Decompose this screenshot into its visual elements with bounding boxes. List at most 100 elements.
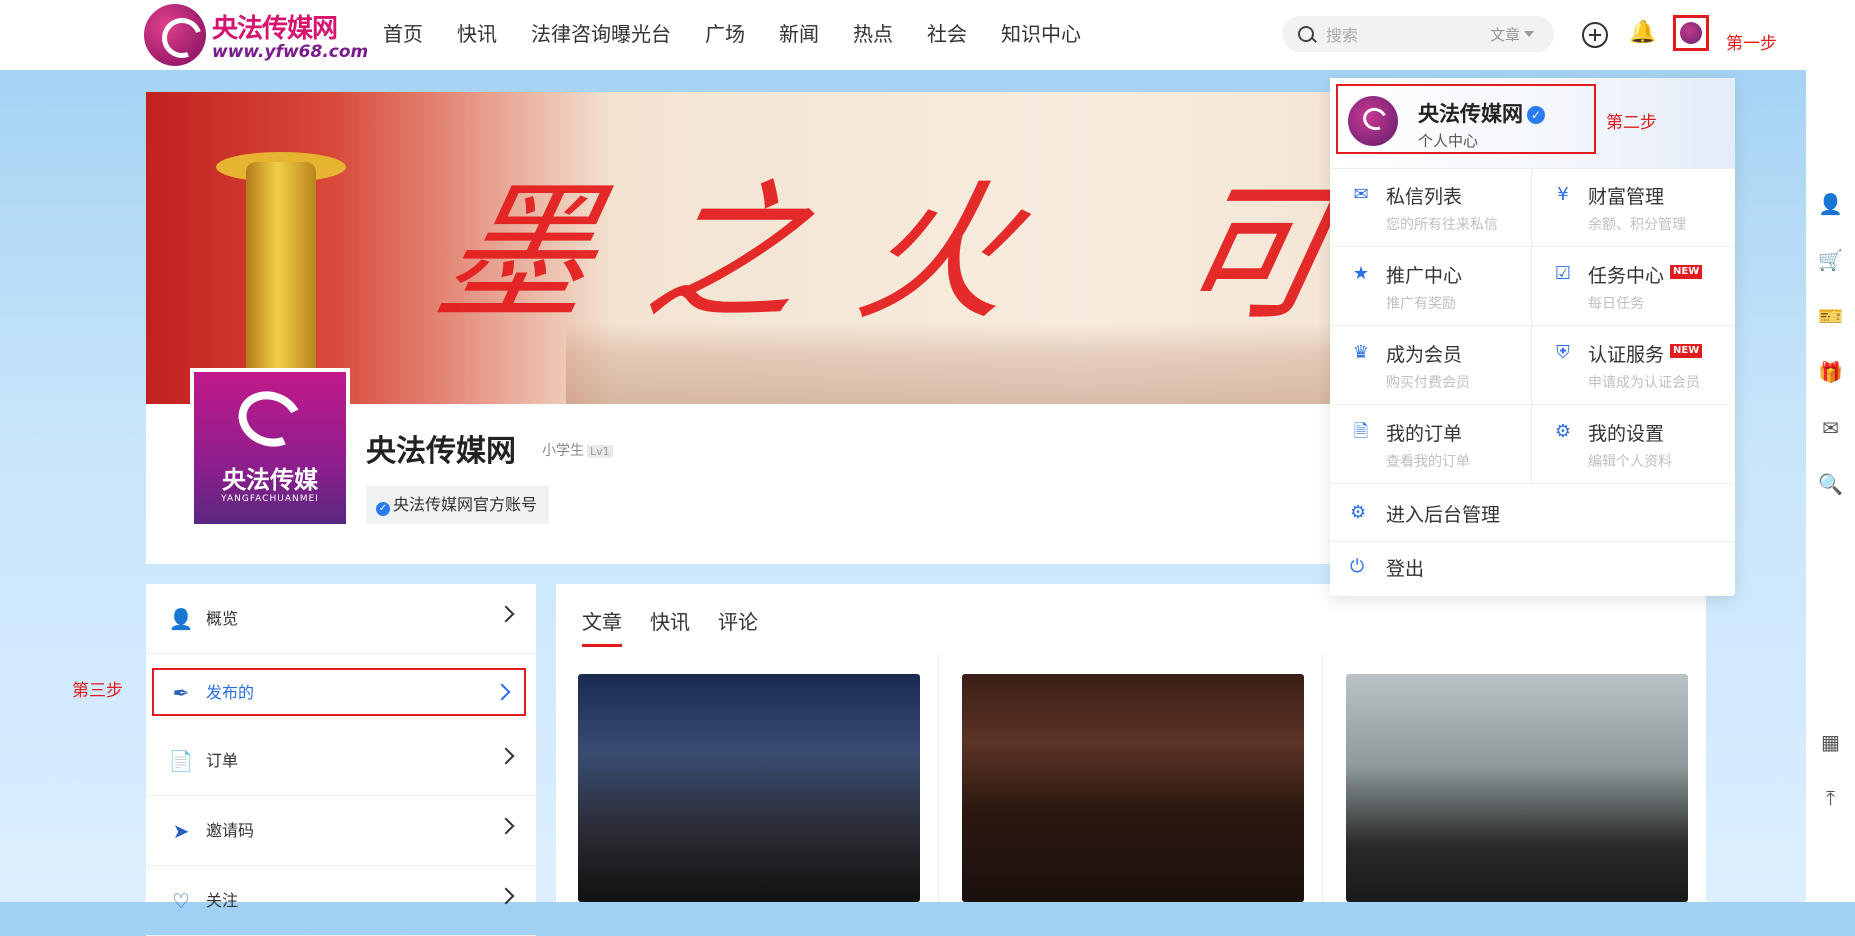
gear-icon: ⚙ <box>1350 502 1367 523</box>
nav-legal-exposure[interactable]: 法律咨询曝光台 <box>531 18 671 50</box>
level-badge: Lv1 <box>587 445 613 458</box>
nav-home[interactable]: 首页 <box>383 18 423 50</box>
dropdown-header: 央法传媒网 ✓ 个人中心 第二步 <box>1330 78 1735 169</box>
dd-item-wealth[interactable]: ¥ 财富管理 余额、积分管理 <box>1532 168 1734 247</box>
feather-icon: ✒ <box>172 681 190 705</box>
search-input[interactable] <box>1324 16 1478 54</box>
dd-item-tasks[interactable]: ☑ 任务中心 NEW 每日任务 <box>1532 247 1734 326</box>
cart-icon[interactable]: 🛒 <box>1806 232 1855 288</box>
search-icon[interactable] <box>1298 26 1314 42</box>
dropdown-subtitle: 个人中心 <box>1418 132 1479 150</box>
profile-level: 小学生 Lv1 <box>542 440 613 460</box>
logout-label: 登出 <box>1386 558 1425 580</box>
dd-item-title: 我的设置 <box>1588 423 1665 445</box>
dd-item-membership[interactable]: ♛ 成为会员 购买付费会员 <box>1330 326 1532 405</box>
nav-news[interactable]: 新闻 <box>779 18 819 50</box>
content-tabs: 文章 快讯 评论 <box>582 606 786 647</box>
personal-center-link[interactable]: 央法传媒网 ✓ 个人中心 <box>1336 84 1596 154</box>
search-icon[interactable]: 🔍 <box>1806 456 1855 512</box>
side-item-follow[interactable]: ♡ 关注 <box>146 866 536 936</box>
side-item-label: 概览 <box>206 609 239 628</box>
logout-button[interactable]: ⏻ 登出 <box>1330 542 1735 596</box>
paper-plane-icon: ➤ <box>172 819 190 843</box>
nav-society[interactable]: 社会 <box>927 18 967 50</box>
mail-icon[interactable]: ✉ <box>1806 400 1855 456</box>
user-icon: 👤 <box>168 607 194 631</box>
dd-item-promotion[interactable]: ★ 推广中心 推广有奖励 <box>1330 247 1532 326</box>
annotation-step1: 第一步 <box>1726 34 1777 54</box>
article-thumbnail[interactable] <box>962 674 1304 902</box>
site-logo[interactable]: 央法传媒网 www.yfw68.com <box>144 4 368 66</box>
back-to-top-icon[interactable]: ⤒ <box>1806 770 1855 826</box>
chevron-right-icon <box>497 605 515 623</box>
nav-flash-news[interactable]: 快讯 <box>457 18 497 50</box>
side-menu: 👤 概览 ✒ 发布的 📄 订单 ➤ 邀请码 ♡ 关注 <box>146 584 536 936</box>
money-bag-icon: ¥ <box>1557 184 1569 205</box>
column-divider <box>938 654 939 902</box>
tab-comments[interactable]: 评论 <box>718 606 758 647</box>
side-item-published[interactable]: ✒ 发布的 <box>152 668 526 716</box>
pillar-decoration <box>246 162 316 402</box>
nav-hot[interactable]: 热点 <box>853 18 893 50</box>
user-avatar-button[interactable] <box>1673 15 1709 51</box>
dd-item-sub: 您的所有往来私信 <box>1386 217 1498 233</box>
column-divider <box>1322 654 1323 902</box>
avatar-logo-icon <box>230 382 310 456</box>
dd-item-title: 私信列表 <box>1386 186 1463 208</box>
side-item-label: 订单 <box>206 751 239 770</box>
verified-icon: ✓ <box>376 502 390 516</box>
chevron-right-icon <box>493 683 511 701</box>
tab-flash-news[interactable]: 快讯 <box>650 606 690 647</box>
qrcode-icon[interactable]: ▦ <box>1806 714 1855 770</box>
dd-item-settings[interactable]: ⚙ 我的设置 编辑个人资料 <box>1532 405 1734 484</box>
ticket-icon[interactable]: 🎫 <box>1806 288 1855 344</box>
search-box: 文章 <box>1282 16 1554 54</box>
add-post-icon[interactable] <box>1582 22 1608 48</box>
new-badge: NEW <box>1670 344 1703 358</box>
nav-knowledge[interactable]: 知识中心 <box>1001 18 1081 50</box>
avatar-title: 央法传媒 <box>222 465 318 494</box>
gift-icon[interactable]: 🎁 <box>1806 344 1855 400</box>
dd-item-verification[interactable]: ⛨ 认证服务 NEW 申请成为认证会员 <box>1532 326 1734 405</box>
mail-icon: ✉ <box>1353 184 1369 205</box>
user-name-text: 央法传媒网 <box>1418 102 1523 126</box>
gear-icon: ⚙ <box>1554 421 1572 442</box>
power-icon: ⏻ <box>1350 556 1365 577</box>
dd-item-sub: 编辑个人资料 <box>1588 454 1672 470</box>
user-icon[interactable]: 👤 <box>1806 176 1855 232</box>
side-item-invite-code[interactable]: ➤ 邀请码 <box>146 796 536 866</box>
dd-item-title: 认证服务 NEW <box>1588 340 1703 367</box>
dd-item-title: 成为会员 <box>1386 344 1463 366</box>
dd-item-title: 进入后台管理 <box>1386 504 1501 526</box>
main-nav: 首页 快讯 法律咨询曝光台 广场 新闻 热点 社会 知识中心 <box>383 18 1115 50</box>
star-frame-icon: ★ <box>1352 263 1370 284</box>
side-item-label: 发布的 <box>206 683 255 702</box>
chevron-right-icon <box>497 747 515 765</box>
profile-name: 央法传媒网 <box>366 434 516 469</box>
right-toolbar: 👤 🛒 🎫 🎁 ✉ 🔍 ▦ ⤒ <box>1806 70 1855 902</box>
bell-icon[interactable]: 🔔 <box>1629 22 1656 44</box>
search-type-select[interactable]: 文章 <box>1490 24 1534 45</box>
dd-item-sub: 查看我的订单 <box>1386 454 1470 470</box>
tag-label: 央法传媒网官方账号 <box>393 495 538 514</box>
avatar <box>1348 96 1398 146</box>
logo-url: www.yfw68.com <box>212 42 369 62</box>
crown-icon: ♛ <box>1352 342 1370 363</box>
avatar-subtitle: YANGFACHUANMEI <box>221 494 319 504</box>
dd-item-sub: 申请成为认证会员 <box>1588 375 1700 391</box>
dd-item-admin[interactable]: ⚙ 进入后台管理 <box>1330 486 1735 542</box>
dd-item-messages[interactable]: ✉ 私信列表 您的所有往来私信 <box>1330 168 1532 247</box>
dd-item-orders[interactable]: 🗎 我的订单 查看我的订单 <box>1330 405 1532 484</box>
dd-item-title: 财富管理 <box>1588 186 1665 208</box>
heart-icon: ♡ <box>172 889 190 913</box>
article-thumbnail[interactable] <box>1346 674 1688 902</box>
article-thumbnail[interactable] <box>578 674 920 902</box>
side-item-orders[interactable]: 📄 订单 <box>146 726 536 796</box>
dd-item-sub: 推广有奖励 <box>1386 296 1456 312</box>
checkbox-icon: ☑ <box>1554 263 1572 284</box>
side-item-overview[interactable]: 👤 概览 <box>146 584 536 654</box>
nav-plaza[interactable]: 广场 <box>705 18 745 50</box>
dd-item-sub: 购买付费会员 <box>1386 375 1470 391</box>
logo-title: 央法传媒网 <box>212 14 338 44</box>
tab-articles[interactable]: 文章 <box>582 606 622 647</box>
